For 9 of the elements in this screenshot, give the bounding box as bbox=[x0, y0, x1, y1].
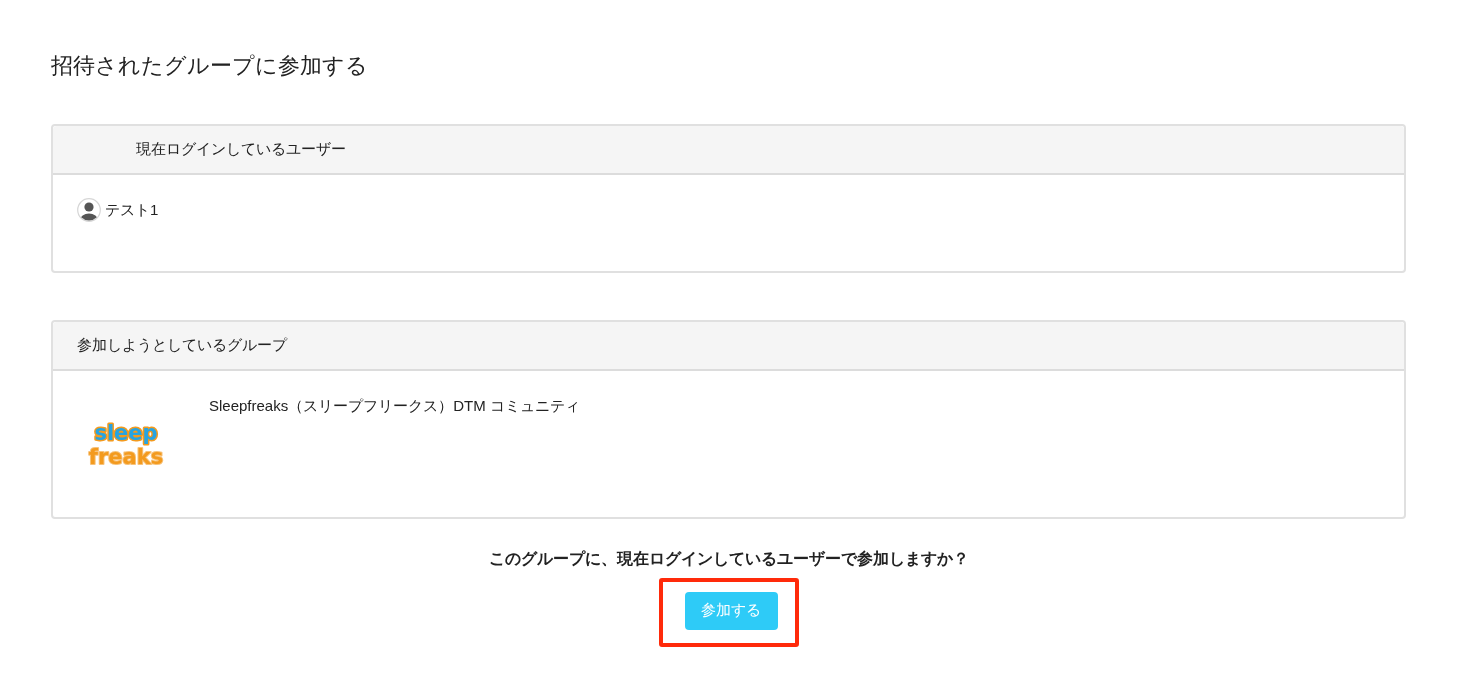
join-button[interactable]: 参加する bbox=[684, 591, 778, 630]
page-title: 招待されたグループに参加する bbox=[51, 52, 369, 80]
user-avatar-icon bbox=[77, 197, 101, 222]
group-name: Sleepfreaks（スリープフリークス）DTM コミュニティ bbox=[209, 396, 580, 414]
confirmation-question: このグループに、現在ログインしているユーザーで参加しますか？ bbox=[487, 548, 970, 569]
user-name: テスト1 bbox=[105, 199, 159, 220]
group-logo: sleep freaks bbox=[77, 416, 175, 473]
panel-heading: 参加しようとしているグループ bbox=[53, 321, 1404, 371]
panel-heading: 現在ログインしているユーザー bbox=[53, 125, 1404, 175]
